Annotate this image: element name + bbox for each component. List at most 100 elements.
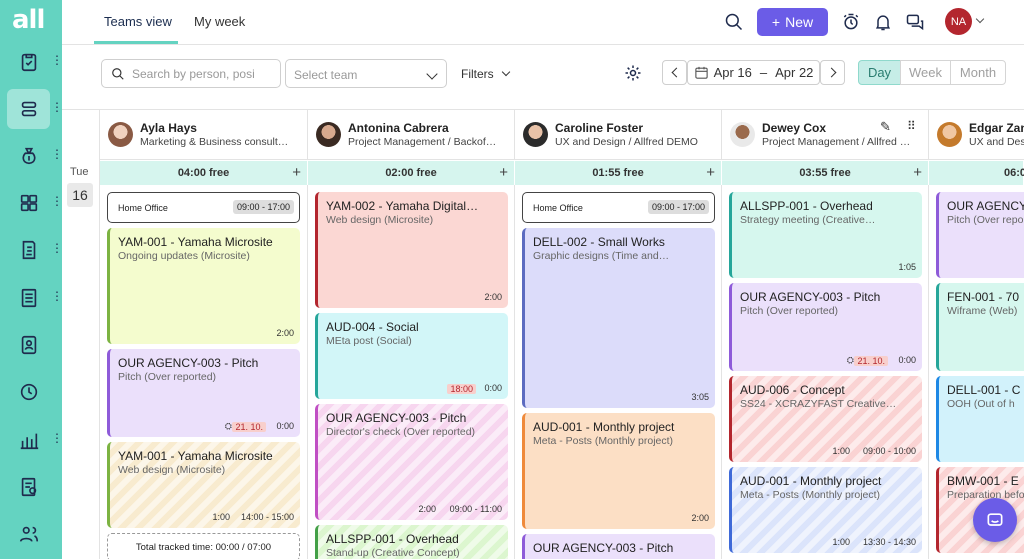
chat-bubbles-icon[interactable] [904, 11, 926, 33]
task-subtitle: Stand-up (Creative Concept) [326, 547, 460, 559]
money-bag-icon[interactable] [7, 136, 50, 176]
person-header[interactable]: Dewey Cox Project Management / Allfred …… [722, 110, 929, 160]
free-time-label: 01:55 free [592, 167, 644, 179]
workflow-icon: ⛭ [846, 355, 854, 365]
task-card[interactable]: DELL-002 - Small Works Graphic designs (… [522, 228, 715, 408]
view-day-button[interactable]: Day [858, 60, 901, 85]
task-card[interactable]: YAM-001 - Yamaha Microsite Web design (M… [107, 442, 300, 528]
free-time-bar: 02:00 free + [308, 161, 515, 185]
nav-more-icon[interactable]: ⋮ [51, 101, 63, 113]
person-header[interactable]: Edgar Zan UX and Des [929, 110, 1024, 160]
task-duration: 2:00 [484, 292, 502, 302]
deadline-badge: 21. 10. [232, 422, 266, 432]
nav-more-icon[interactable]: ⋮ [51, 54, 63, 66]
invoice-icon[interactable] [7, 230, 50, 270]
settings-gear-icon[interactable] [622, 62, 644, 84]
task-time-range: 09:00 - 11:00 [449, 504, 502, 514]
search-input[interactable]: Search by person, posi [101, 59, 281, 88]
task-card[interactable]: AUD-001 - Monthly project Meta - Posts (… [522, 413, 715, 529]
task-duration: 2:00 [418, 504, 436, 514]
task-card[interactable]: OUR AGENCY-003 - Pitch Pitch (Over repor… [107, 349, 300, 437]
task-title: OUR AGENCY [947, 199, 1024, 213]
task-subtitle: Meta - Posts (Monthly project) [740, 489, 881, 501]
dashboard-grid-icon[interactable] [7, 183, 50, 223]
resource-planner-icon[interactable] [7, 89, 50, 129]
clock-icon[interactable] [7, 372, 50, 412]
nav-more-icon[interactable]: ⋮ [51, 432, 63, 444]
chevron-left-icon [671, 67, 681, 78]
task-title: AUD-001 - Monthly project [533, 420, 675, 434]
task-card[interactable]: AUD-004 - Social MEta post (Social) 18:0… [315, 313, 508, 399]
view-month-button[interactable]: Month [950, 60, 1006, 85]
task-title: DELL-001 - C [947, 383, 1021, 397]
task-card[interactable]: AUD-001 - Monthly project Meta - Posts (… [729, 467, 922, 553]
task-title: DELL-002 - Small Works [533, 235, 665, 249]
add-plus-icon[interactable]: + [292, 164, 301, 181]
task-subtitle: OOH (Out of h [947, 398, 1015, 410]
person-header[interactable]: Antonina Cabrera Project Management / Ba… [308, 110, 515, 160]
task-subtitle: Director's check (Over reported) [326, 426, 476, 438]
nav-more-icon[interactable]: ⋮ [51, 195, 63, 207]
contacts-icon[interactable] [7, 325, 50, 365]
search-icon[interactable] [723, 11, 745, 33]
add-plus-icon[interactable]: + [913, 164, 922, 181]
task-title: OUR AGENCY-003 - Pitch [533, 541, 674, 555]
free-time-bar: 04:00 free + [100, 161, 308, 185]
analytics-icon[interactable] [7, 420, 50, 460]
date-range-picker[interactable]: Apr 16 – Apr 22 [687, 60, 820, 85]
drag-handle-icon[interactable]: ⠿ [907, 119, 916, 133]
free-time-label: 06:0 [1004, 167, 1024, 179]
task-card[interactable]: YAM-002 - Yamaha Digital… Web design (Mi… [315, 192, 508, 308]
tasks-icon[interactable] [7, 42, 50, 82]
task-card[interactable]: DELL-001 - C OOH (Out of h [936, 376, 1024, 462]
task-card[interactable]: ALLSPP-001 - Overhead Stand-up (Creative… [315, 525, 508, 559]
app-logo[interactable]: all [12, 5, 45, 35]
task-card[interactable]: FEN-001 - 70 Wiframe (Web) [936, 283, 1024, 371]
task-card[interactable]: AUD-006 - Concept SS24 - XCRAZYFAST Crea… [729, 376, 922, 462]
chevron-down-icon [426, 68, 438, 80]
edit-pencil-icon[interactable]: ✎ [880, 119, 891, 135]
user-avatar[interactable]: NA [945, 8, 972, 35]
task-card[interactable]: OUR AGENCY Pitch (Over repo [936, 192, 1024, 278]
chat-launcher-button[interactable] [973, 498, 1017, 542]
tab-teams-view[interactable]: Teams view [104, 14, 172, 29]
home-office-card[interactable]: Home Office 09:00 - 17:00 [522, 192, 715, 223]
search-placeholder: Search by person, posi [132, 66, 255, 81]
filters-button[interactable]: Filters [461, 67, 511, 81]
prev-period-button[interactable] [662, 60, 687, 85]
nav-more-icon[interactable]: ⋮ [51, 290, 63, 302]
nav-more-icon[interactable]: ⋮ [51, 242, 63, 254]
tab-my-week[interactable]: My week [194, 14, 245, 29]
task-card[interactable]: OUR AGENCY-003 - Pitch Director's check … [315, 404, 508, 520]
task-card[interactable]: OUR AGENCY-003 - Pitch Pitch (Over repor… [729, 283, 922, 371]
task-duration: 1:05 [898, 262, 916, 272]
person-name: Antonina Cabrera [348, 121, 449, 135]
task-card[interactable]: ALLSPP-001 - Overhead Strategy meeting (… [729, 192, 922, 278]
add-plus-icon[interactable]: + [499, 164, 508, 181]
new-button[interactable]: + New [757, 8, 828, 36]
next-period-button[interactable] [820, 60, 845, 85]
team-select[interactable]: Select team [285, 59, 447, 88]
add-plus-icon[interactable]: + [706, 164, 715, 181]
timer-icon[interactable] [840, 11, 862, 33]
task-card[interactable]: OUR AGENCY-003 - Pitch [522, 534, 715, 559]
person-header[interactable]: Ayla Hays Marketing & Business consult… [100, 110, 308, 160]
reports-icon[interactable] [7, 278, 50, 318]
people-icon[interactable] [7, 514, 50, 554]
deadline-badge: 21. 10. [854, 356, 888, 366]
timesheet-icon[interactable] [7, 467, 50, 507]
person-role: UX and Des [969, 136, 1024, 148]
bell-icon[interactable] [872, 11, 894, 33]
person-column: ALLSPP-001 - Overhead Strategy meeting (… [722, 185, 929, 559]
task-subtitle: Meta - Posts (Monthly project) [533, 435, 674, 447]
view-week-button[interactable]: Week [900, 60, 951, 85]
person-column: YAM-002 - Yamaha Digital… Web design (Mi… [308, 185, 515, 559]
nav-more-icon[interactable]: ⋮ [51, 148, 63, 160]
person-avatar [937, 122, 962, 147]
task-card[interactable]: YAM-001 - Yamaha Microsite Ongoing updat… [107, 228, 300, 344]
task-title: OUR AGENCY-003 - Pitch [118, 356, 259, 370]
home-office-card[interactable]: Home Office 09:00 - 17:00 [107, 192, 300, 223]
task-title: YAM-001 - Yamaha Microsite [118, 235, 273, 249]
person-header[interactable]: Caroline Foster UX and Design / Allfred … [515, 110, 722, 160]
task-title: AUD-006 - Concept [740, 383, 845, 397]
